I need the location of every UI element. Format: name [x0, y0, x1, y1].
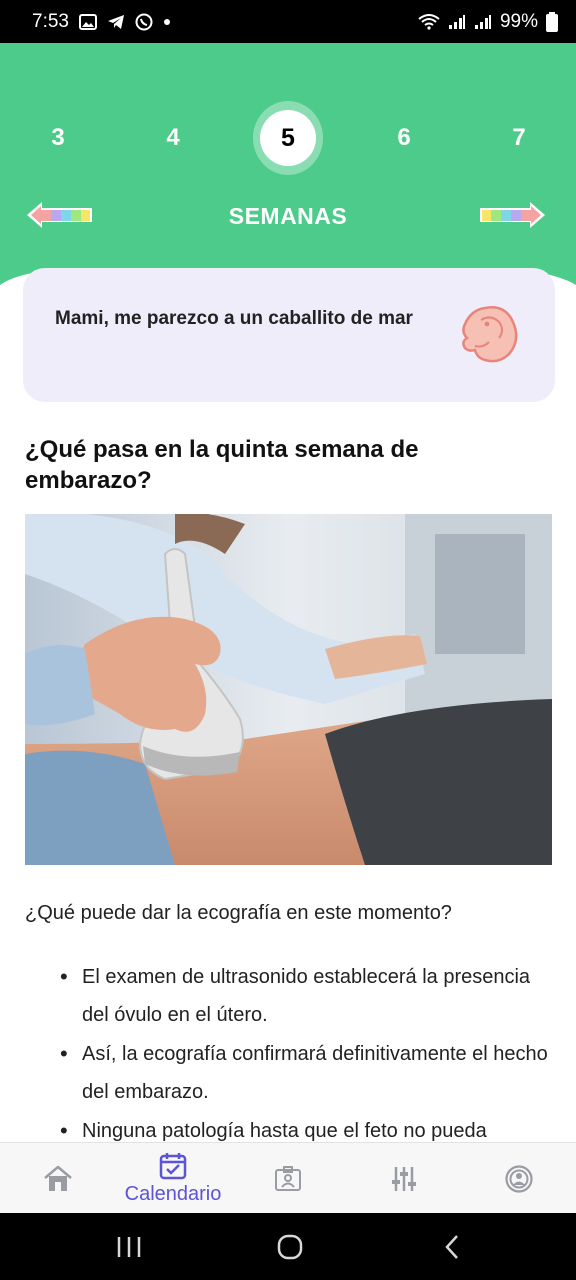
- whatsapp-icon: [135, 13, 153, 31]
- week-header: 3 4 5 6 7 SEMANAS: [0, 43, 576, 303]
- next-week-button[interactable]: [477, 199, 547, 231]
- section-title: ¿Qué pasa en la quinta semana de embaraz…: [25, 436, 419, 494]
- nav-settings[interactable]: [374, 1143, 434, 1214]
- week-3[interactable]: 3: [23, 103, 93, 173]
- bottom-navigation: Calendario: [0, 1142, 576, 1213]
- battery-icon: [546, 11, 558, 32]
- system-navigation-bar: [0, 1213, 576, 1280]
- active-week-number: 5: [260, 110, 316, 166]
- dot-icon: [163, 18, 171, 26]
- telegram-icon: [107, 14, 125, 30]
- sliders-icon: [392, 1166, 416, 1191]
- embryo-icon: [462, 306, 518, 363]
- ultrasound-question: ¿Qué puede dar la ecografía en este mome…: [25, 902, 452, 924]
- week-5-active[interactable]: 5: [253, 101, 323, 175]
- signal-icon: [474, 14, 492, 30]
- nav-home[interactable]: [28, 1143, 88, 1214]
- back-icon: [445, 1235, 458, 1259]
- nav-calendar-label: Calendario: [124, 1183, 222, 1205]
- nav-profile[interactable]: [489, 1143, 549, 1214]
- nav-contacts[interactable]: [258, 1143, 318, 1214]
- id-badge-icon: [275, 1165, 301, 1191]
- gallery-icon: [78, 13, 97, 30]
- wifi-icon: [418, 13, 440, 30]
- profile-icon: [505, 1164, 533, 1193]
- week-6[interactable]: 6: [369, 103, 439, 173]
- back-button[interactable]: [432, 1231, 472, 1263]
- week-7[interactable]: 7: [484, 103, 554, 173]
- week-4[interactable]: 4: [138, 103, 208, 173]
- list-item: El examen de ultrasonido establecerá la …: [60, 958, 550, 1034]
- active-week-ring: 5: [253, 101, 323, 175]
- home-icon: [44, 1165, 72, 1191]
- ultrasound-photo: [25, 514, 552, 865]
- nav-calendar-active[interactable]: Calendario: [113, 1143, 233, 1214]
- info-bullet-list: El examen de ultrasonido establecerá la …: [60, 958, 550, 1151]
- status-time: 7:53: [32, 10, 69, 32]
- recent-apps-icon: [117, 1237, 141, 1257]
- recent-apps-button[interactable]: [109, 1231, 149, 1263]
- baby-message-card: Mami, me parezco a un caballito de mar: [23, 268, 555, 402]
- signal-icon: [448, 14, 466, 30]
- week-selector: 3 4 5 6 7: [0, 101, 576, 175]
- rainbow-arrow-right-icon: [480, 202, 545, 228]
- home-circle-icon: [277, 1234, 303, 1260]
- baby-message-text: Mami, me parezco a un caballito de mar: [55, 308, 413, 329]
- calendar-check-icon: [159, 1153, 187, 1180]
- battery-percent: 99%: [499, 10, 538, 32]
- home-button[interactable]: [270, 1231, 310, 1263]
- list-item: Así, la ecografía confirmará definitivam…: [60, 1035, 550, 1111]
- status-bar: 7:53 99%: [0, 0, 576, 43]
